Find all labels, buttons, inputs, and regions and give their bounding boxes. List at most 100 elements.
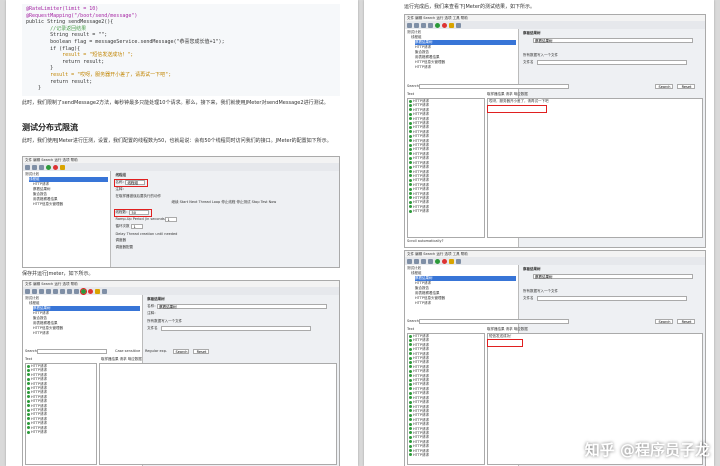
new-icon[interactable] bbox=[25, 164, 30, 170]
success-icon bbox=[409, 396, 412, 400]
search-icon[interactable] bbox=[456, 22, 461, 28]
name-field[interactable]: 察看结果树 bbox=[157, 304, 328, 309]
cut-icon[interactable] bbox=[428, 22, 433, 28]
new-icon[interactable] bbox=[407, 258, 412, 264]
result-tabs[interactable]: 取样器结果 请求 响应数据 bbox=[487, 327, 528, 332]
clear-icon[interactable] bbox=[60, 164, 65, 170]
tree-item[interactable]: HTTP请求 bbox=[415, 301, 516, 306]
filename-field[interactable] bbox=[537, 60, 687, 65]
toolbar bbox=[23, 287, 339, 295]
open-icon[interactable] bbox=[414, 258, 419, 264]
success-icon bbox=[409, 422, 412, 426]
success-icon bbox=[27, 408, 30, 412]
reset-button[interactable]: Reset bbox=[193, 349, 209, 354]
sample-label: HTTP请求 bbox=[413, 112, 429, 117]
code-line: return result; bbox=[26, 58, 105, 65]
save-icon[interactable] bbox=[39, 288, 44, 294]
paragraph-2: 此时，我们使用JMeter进行压测，设置，我们配置的线程数为50，也就是说：会有… bbox=[22, 138, 332, 144]
search-input[interactable] bbox=[419, 84, 569, 89]
clear-icon[interactable] bbox=[449, 22, 454, 28]
scheduler-checkbox[interactable]: 调度器 bbox=[115, 238, 126, 243]
result-tabs[interactable]: 取样器结果 请求 响应数据 bbox=[101, 357, 142, 362]
delay-checkbox[interactable]: Delay Thread creation until needed bbox=[115, 232, 177, 237]
success-icon bbox=[409, 103, 412, 107]
sample-label: HTTP请求 bbox=[413, 435, 429, 440]
search-icon[interactable] bbox=[102, 288, 107, 294]
sample-label: HTTP请求 bbox=[413, 444, 429, 449]
right-page: 运行完成后，我们来查看下JMeter的测试结果，如下所示。 文件 编辑 Sear… bbox=[364, 0, 714, 466]
search-button[interactable]: Search bbox=[655, 319, 673, 324]
response-panel bbox=[99, 363, 337, 465]
loop-field[interactable]: 1 bbox=[131, 224, 144, 229]
search-input[interactable] bbox=[419, 319, 569, 324]
sample-row[interactable]: HTTP请求 bbox=[409, 209, 484, 213]
reset-button[interactable]: Reset bbox=[677, 319, 695, 324]
code-line: @RateLimiter(limit = 10) bbox=[26, 6, 99, 12]
run-icon[interactable] bbox=[435, 258, 440, 264]
filename-field[interactable] bbox=[537, 296, 687, 301]
error-action-options[interactable]: 继续 Start Next Thread Loop 停止线程 停止测试 Stop… bbox=[171, 200, 276, 205]
error-action-label: 在取样器错误后要执行的动作 bbox=[115, 194, 161, 198]
reset-button[interactable]: Reset bbox=[677, 84, 695, 89]
highlight-box bbox=[114, 179, 149, 187]
save-icon[interactable] bbox=[39, 164, 44, 170]
cut-icon[interactable] bbox=[46, 288, 51, 294]
clear-icon[interactable] bbox=[95, 288, 100, 294]
tree-item[interactable]: HTTP请求 bbox=[33, 331, 140, 336]
search-input[interactable] bbox=[37, 349, 107, 354]
open-icon[interactable] bbox=[32, 164, 37, 170]
stop-icon[interactable] bbox=[53, 164, 58, 170]
regex-checkbox[interactable]: Regular exp. bbox=[145, 349, 167, 354]
search-icon[interactable] bbox=[456, 258, 461, 264]
success-icon bbox=[27, 404, 30, 408]
expand-icon[interactable] bbox=[67, 288, 72, 294]
success-icon bbox=[27, 399, 30, 403]
run-icon[interactable] bbox=[46, 164, 51, 170]
success-icon bbox=[409, 453, 412, 457]
sample-label: HTTP请求 bbox=[31, 421, 47, 426]
success-icon bbox=[409, 360, 412, 364]
code-line: return result; bbox=[26, 78, 93, 85]
run-icon[interactable] bbox=[435, 22, 440, 28]
paragraph-3: 保存并运行Jmeter，如下所示。 bbox=[22, 271, 94, 277]
open-icon[interactable] bbox=[32, 288, 37, 294]
scroll-checkbox[interactable]: Scroll automatically? bbox=[407, 239, 443, 244]
sample-list: HTTP请求 HTTP请求 HTTP请求 HTTP请求 HTTP请求 HTTP请求 HTTP… bbox=[407, 98, 485, 238]
result-tabs[interactable]: 取样器结果 请求 响应数据 bbox=[487, 92, 528, 97]
success-icon bbox=[409, 112, 412, 116]
sample-row[interactable]: HTTP请求 bbox=[27, 430, 96, 434]
search-button[interactable]: Search bbox=[655, 84, 673, 89]
toolbar bbox=[405, 257, 705, 265]
name-field[interactable]: 察看结果树 bbox=[533, 38, 693, 43]
tree-item[interactable]: HTTP请求 bbox=[415, 65, 516, 70]
clear-icon[interactable] bbox=[449, 258, 454, 264]
new-icon[interactable] bbox=[25, 288, 30, 294]
name-field[interactable]: 察看结果树 bbox=[533, 274, 693, 279]
tree-item[interactable]: HTTP信息头管理器 bbox=[33, 202, 108, 207]
thread-group-panel: 线程组 名称： 线程组 注释： 在取样器错误后要执行的动作 继续 Start N… bbox=[111, 171, 339, 267]
success-icon bbox=[409, 334, 412, 338]
sample-label: HTTP请求 bbox=[413, 178, 429, 183]
test-plan-tree: 测试计划 线程组 HTTP请求 察看结果树 聚合报告 用表格察看结果 HTTP信… bbox=[23, 171, 112, 267]
stop-icon[interactable] bbox=[442, 258, 447, 264]
case-sensitive-checkbox[interactable]: Case sensitive bbox=[115, 349, 140, 354]
ramp-up-field[interactable]: 1 bbox=[165, 217, 178, 222]
sample-row[interactable]: HTTP请求 bbox=[409, 453, 484, 457]
sample-label: HTTP请求 bbox=[413, 338, 429, 343]
success-icon bbox=[409, 405, 412, 408]
save-icon[interactable] bbox=[421, 258, 426, 264]
search-button[interactable]: Search bbox=[173, 349, 189, 354]
stop-icon[interactable] bbox=[88, 288, 93, 294]
sample-label: HTTP请求 bbox=[413, 369, 429, 374]
open-icon[interactable] bbox=[414, 22, 419, 28]
filename-field[interactable] bbox=[161, 326, 312, 331]
cut-icon[interactable] bbox=[428, 258, 433, 264]
text-label: Text bbox=[407, 92, 415, 96]
paste-icon[interactable] bbox=[60, 288, 65, 294]
collapse-icon[interactable] bbox=[74, 288, 79, 294]
copy-icon[interactable] bbox=[53, 288, 58, 294]
run-icon[interactable] bbox=[80, 287, 87, 295]
save-icon[interactable] bbox=[421, 22, 426, 28]
new-icon[interactable] bbox=[407, 22, 412, 28]
stop-icon[interactable] bbox=[442, 22, 447, 28]
